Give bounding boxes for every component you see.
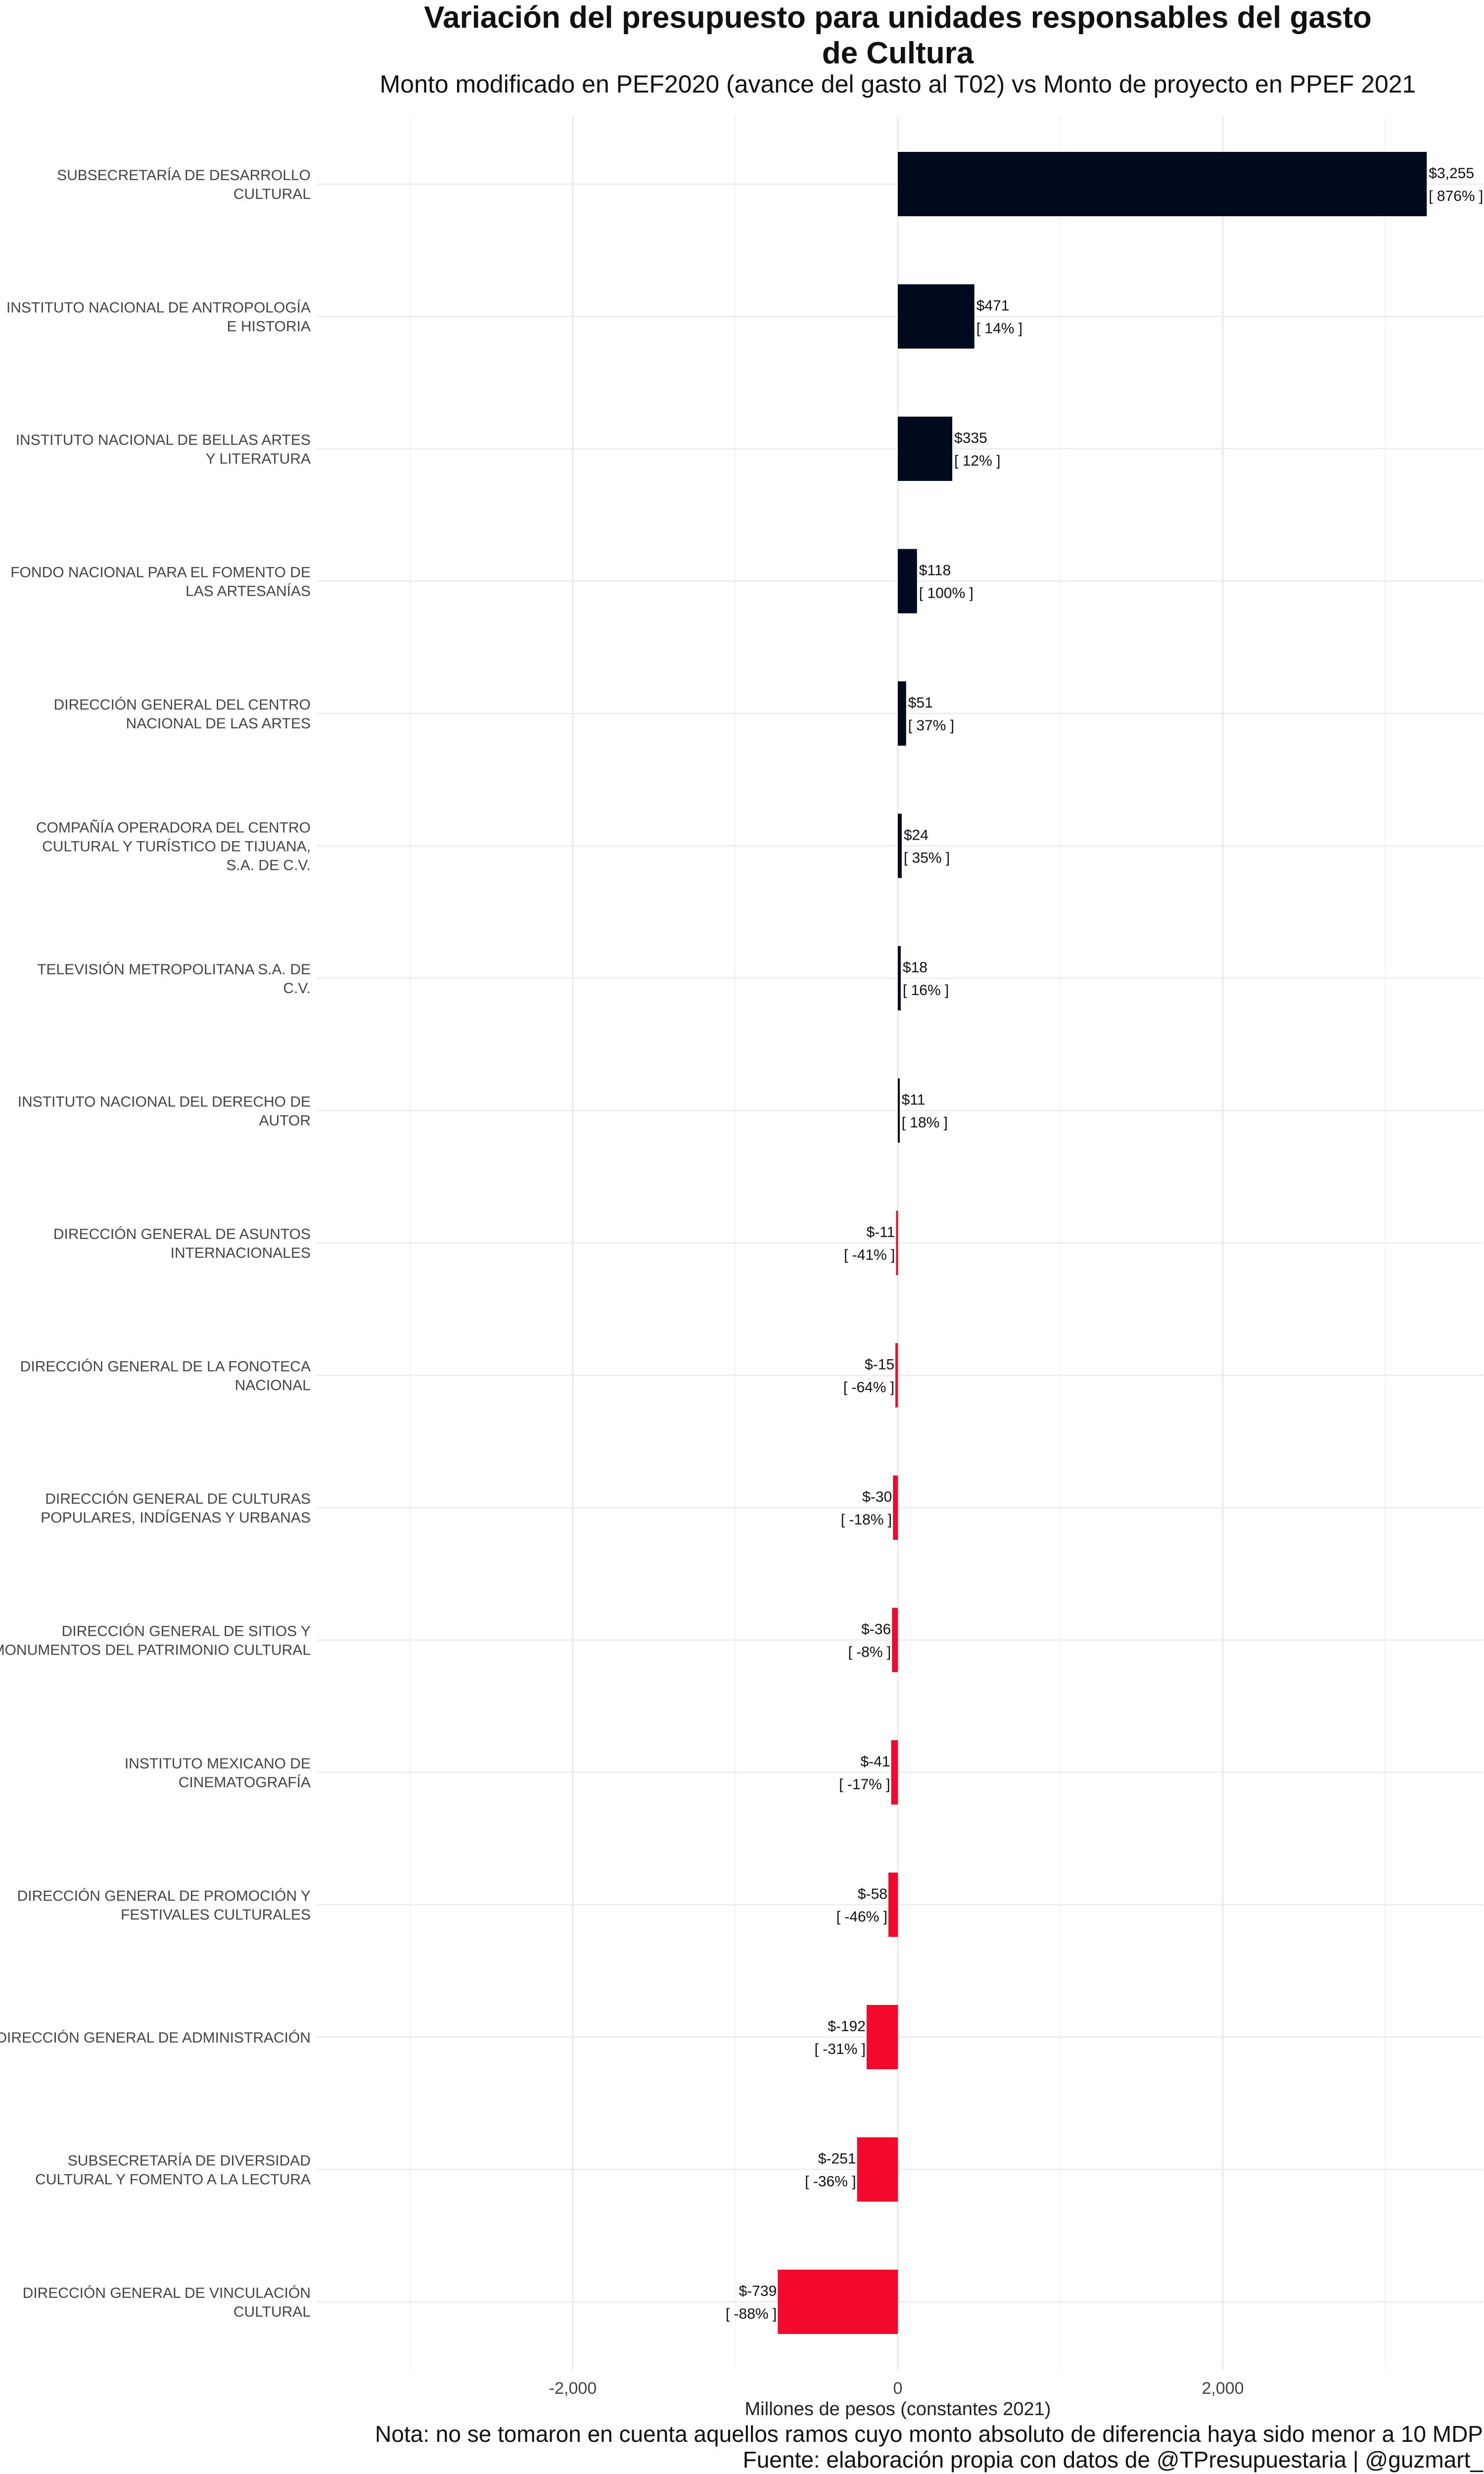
bar-value-label: $-11 bbox=[867, 1224, 895, 1240]
bar-percent-label: [ -64% ] bbox=[843, 1380, 894, 1396]
footer-note: Nota: no se tomaron en cuenta aquellos r… bbox=[375, 2421, 1483, 2447]
category-label: DIRECCIÓN GENERAL DE ASUNTOS INTERNACIONA… bbox=[53, 1226, 311, 1261]
bar bbox=[898, 284, 974, 349]
x-tick-label: 2,000 bbox=[1202, 2379, 1244, 2398]
bar-value-label: $-30 bbox=[862, 1489, 892, 1505]
bar bbox=[778, 2270, 898, 2334]
bar bbox=[888, 1872, 898, 1937]
category-label: INSTITUTO NACIONAL DE BELLAS ARTES Y LITE… bbox=[16, 432, 311, 467]
x-axis-ticks: -2,000 0 2,000 bbox=[549, 2379, 1244, 2398]
bar-percent-label: [ 16% ] bbox=[903, 982, 949, 999]
data-labels: $3,255 [ 876% ] $471 [ 14% ] $335 [ 12% ] $118… bbox=[726, 165, 1483, 2322]
bar bbox=[896, 1211, 898, 1275]
category-label: FONDO NACIONAL PARA EL FOMENTO DE LAS ART… bbox=[10, 565, 311, 600]
bar-percent-label: [ -18% ] bbox=[841, 1512, 892, 1528]
bar-value-label: $-192 bbox=[828, 2018, 866, 2035]
bar-percent-label: [ -31% ] bbox=[815, 2041, 866, 2057]
bar-percent-label: [ -88% ] bbox=[726, 2306, 777, 2322]
bar-chart: $3,255 [ 876% ] $471 [ 14% ] $335 [ 12% ] $118… bbox=[0, 116, 1483, 2398]
bar-value-label: $51 bbox=[908, 695, 933, 711]
bar bbox=[898, 813, 902, 878]
bar-percent-label: [ 37% ] bbox=[908, 717, 954, 734]
bar-percent-label: [ -17% ] bbox=[839, 1776, 890, 1793]
category-label: DIRECCIÓN GENERAL DE ADMINISTRACIÓN bbox=[0, 2030, 311, 2046]
bar bbox=[857, 2137, 898, 2202]
category-label: INSTITUTO MEXICANO DE CINEMATOGRAFÍA bbox=[125, 1756, 311, 1791]
bar bbox=[891, 1740, 898, 1805]
bar-value-label: $-58 bbox=[858, 1886, 887, 1903]
bar bbox=[893, 1475, 898, 1540]
category-label: INSTITUTO NACIONAL DE ANTROPOLOGÍA E HIST… bbox=[6, 300, 311, 335]
category-label: SUBSECRETARÍA DE DIVERSIDAD CULTURAL Y FO… bbox=[35, 2153, 311, 2188]
bar-percent-label: [ -8% ] bbox=[848, 1644, 891, 1661]
bar bbox=[898, 946, 901, 1010]
category-label: DIRECCIÓN GENERAL DEL CENTRO NACIONAL DE … bbox=[53, 697, 311, 732]
bar bbox=[895, 1343, 898, 1408]
category-label: SUBSECRETARÍA DE DESARROLLO CULTURAL bbox=[57, 167, 311, 202]
bar-value-label: $-41 bbox=[860, 1754, 890, 1770]
bar bbox=[898, 417, 953, 481]
category-label: DIRECCIÓN GENERAL DE LA FONOTECA NACIONAL bbox=[20, 1359, 311, 1394]
bar-value-label: $118 bbox=[919, 563, 951, 579]
bar-percent-label: [ -41% ] bbox=[844, 1247, 895, 1263]
bar-value-label: $11 bbox=[902, 1092, 926, 1108]
bar bbox=[898, 549, 917, 614]
bar-value-label: $3,255 bbox=[1429, 165, 1474, 182]
bar-percent-label: [ -46% ] bbox=[836, 1909, 887, 1925]
bar-percent-label: [ 876% ] bbox=[1429, 188, 1483, 204]
bar bbox=[898, 152, 1427, 216]
category-labels: SUBSECRETARÍA DE DESARROLLO CULTURAL INSTI… bbox=[0, 167, 311, 2320]
bar-value-label: $335 bbox=[954, 430, 987, 446]
category-label: DIRECCIÓN GENERAL DE CULTURAS POPULARES, … bbox=[41, 1491, 311, 1526]
x-axis-label: Millones de pesos (constantes 2021) bbox=[744, 2399, 1051, 2420]
bar-percent-label: [ 100% ] bbox=[919, 585, 974, 602]
bar-value-label: $-739 bbox=[739, 2283, 777, 2299]
bar bbox=[898, 1078, 900, 1143]
category-label: TELEVISIÓN METROPOLITANA S.A. DE C.V. bbox=[37, 961, 311, 997]
category-label: INSTITUTO NACIONAL DEL DERECHO DE AUTOR bbox=[18, 1094, 311, 1129]
category-label: DIRECCIÓN GENERAL DE SITIOS Y MONUMENTOS … bbox=[0, 1623, 311, 1659]
bar-percent-label: [ 14% ] bbox=[976, 321, 1022, 337]
bar-value-label: $-251 bbox=[818, 2151, 856, 2167]
bar-value-label: $24 bbox=[904, 827, 928, 844]
footer-source: Fuente: elaboración propia con datos de … bbox=[742, 2447, 1483, 2473]
bar bbox=[866, 2005, 898, 2069]
x-tick-label: 0 bbox=[893, 2379, 903, 2398]
bar-value-label: $-15 bbox=[865, 1357, 894, 1373]
bar bbox=[892, 1608, 898, 1672]
bar-percent-label: [ 12% ] bbox=[954, 453, 1000, 469]
category-label: DIRECCIÓN GENERAL DE VINCULACIÓN CULTURAL bbox=[23, 2285, 311, 2320]
bar-percent-label: [ 35% ] bbox=[904, 850, 950, 866]
bar-value-label: $18 bbox=[903, 959, 928, 976]
category-label: DIRECCIÓN GENERAL DE PROMOCIÓN Y FESTIVAL… bbox=[17, 1888, 311, 1923]
x-tick-label: -2,000 bbox=[549, 2379, 597, 2398]
bar-value-label: $471 bbox=[976, 298, 1010, 314]
bar bbox=[898, 681, 906, 746]
bar-percent-label: [ -36% ] bbox=[805, 2174, 856, 2190]
category-label: COMPAÑÍA OPERADORA DEL CENTRO CULTURAL Y … bbox=[36, 819, 311, 874]
bar-value-label: $-36 bbox=[861, 1621, 891, 1638]
bar-percent-label: [ 18% ] bbox=[902, 1115, 948, 1131]
